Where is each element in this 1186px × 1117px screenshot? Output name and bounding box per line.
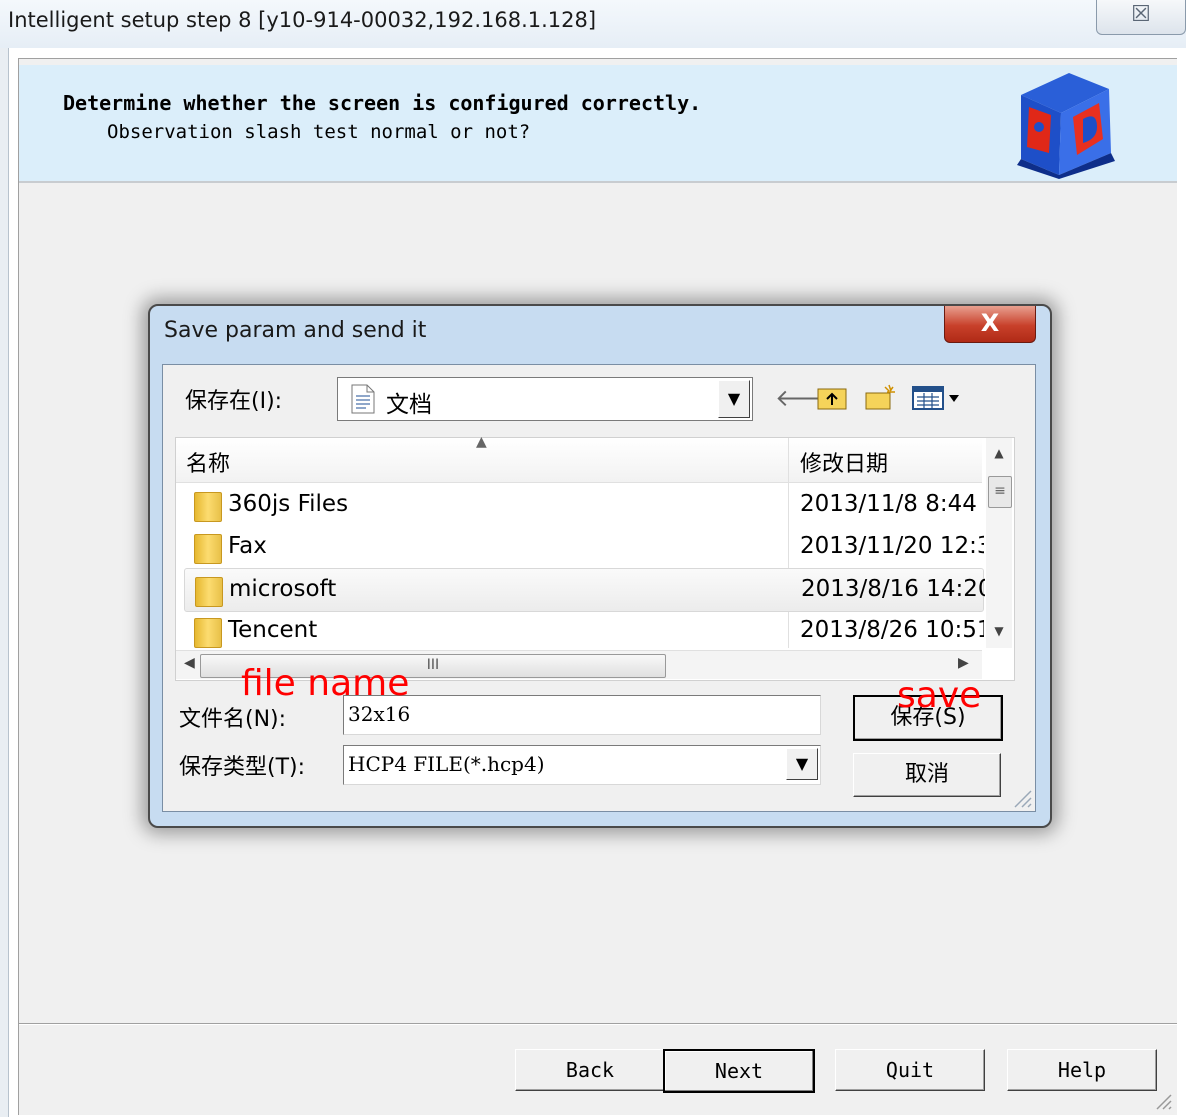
scroll-down-icon[interactable]: ▼ [988,624,1010,638]
folder-icon [195,577,223,607]
file-row[interactable]: 360js Files 2013/11/8 8:44 [184,484,982,526]
filetype-dropdown[interactable]: HCP4 FILE(*.hcp4) ▼ [343,745,821,785]
file-row-selected[interactable]: microsoft 2013/8/16 14:20 [184,568,985,612]
save-in-label: 保存在(I): [185,389,283,414]
wizard-header: Determine whether the screen is configur… [19,65,1177,183]
file-list[interactable]: ▲ 名称 修改日期 360js Files 2013/11/8 8:44 Fax… [175,434,1015,681]
next-button[interactable]: Next [663,1049,815,1093]
resize-grip-icon[interactable] [1153,1091,1173,1111]
file-date: 2013/8/26 10:51 [800,617,984,643]
dialog-close-button[interactable]: X [944,306,1036,343]
file-name: Tencent [228,617,318,643]
save-in-dropdown[interactable]: 文档 ▼ [337,377,753,421]
cube-logo-icon [1017,73,1115,179]
save-dialog: Save param and send it X 保存在(I): 文档 ▼ 🡐 [148,304,1052,828]
file-date: 2013/11/8 8:44 [800,491,977,517]
folder-icon [194,534,222,564]
vertical-scrollbar[interactable] [986,438,1012,648]
file-date: 2013/8/16 14:20 [801,576,985,602]
folder-icon [194,492,222,522]
scroll-right-icon[interactable]: ▶ [958,655,969,671]
cancel-button[interactable]: 取消 [853,753,1001,797]
save-in-value: 文档 [386,392,432,418]
annotation-file-name: file name [241,663,410,704]
vertical-scroll-thumb[interactable]: ≡ [988,476,1012,508]
up-folder-icon[interactable] [815,383,849,413]
view-menu-icon[interactable] [911,383,967,413]
filename-value: 32x16 [348,702,411,726]
window-close-button[interactable]: ☒ [1096,0,1186,35]
file-name: Fax [228,533,267,559]
annotation-save: save [897,675,982,716]
window-title: Intelligent setup step 8 [y10-914-00032,… [8,8,597,32]
filename-label: 文件名(N): [179,707,287,732]
dialog-body: 保存在(I): 文档 ▼ 🡐 ▲ 名称 修改日期 360js Files 201… [162,364,1036,812]
file-name: 360js Files [228,491,349,517]
document-icon [351,384,375,414]
window-left-border [0,48,9,1117]
file-name: microsoft [229,576,337,602]
quit-button[interactable]: Quit [835,1049,985,1091]
sort-ascending-icon: ▲ [476,434,487,450]
column-header-name[interactable]: 名称 [186,446,230,478]
scroll-left-icon[interactable]: ◀ [184,655,195,671]
wizard-step-title: Determine whether the screen is configur… [63,91,702,115]
footer-separator [19,1023,1177,1025]
window-titlebar: Intelligent setup step 8 [y10-914-00032,… [0,0,1186,48]
new-folder-icon[interactable] [863,383,897,413]
back-button[interactable]: Back [515,1049,665,1091]
file-date: 2013/11/20 12:3 [800,533,984,559]
file-list-header: ▲ 名称 修改日期 [176,434,982,483]
filetype-value: HCP4 FILE(*.hcp4) [348,752,545,776]
resize-grip-icon[interactable] [1011,787,1033,809]
folder-icon [194,618,222,648]
wizard-step-subtitle: Observation slash test normal or not? [107,121,531,143]
back-arrow-icon[interactable]: 🡐 [775,383,839,413]
filename-input[interactable]: 32x16 [343,695,821,735]
file-row[interactable]: Tencent 2013/8/26 10:51 [184,610,984,652]
dialog-title: Save param and send it [164,318,427,343]
filetype-label: 保存类型(T): [179,755,306,780]
file-row[interactable]: Fax 2013/11/20 12:3 [184,526,984,568]
help-button[interactable]: Help [1007,1049,1157,1091]
chevron-down-icon[interactable]: ▼ [718,380,750,418]
chevron-down-icon[interactable]: ▼ [786,748,818,780]
column-header-date[interactable]: 修改日期 [800,446,888,478]
scroll-up-icon[interactable]: ▲ [988,446,1010,460]
